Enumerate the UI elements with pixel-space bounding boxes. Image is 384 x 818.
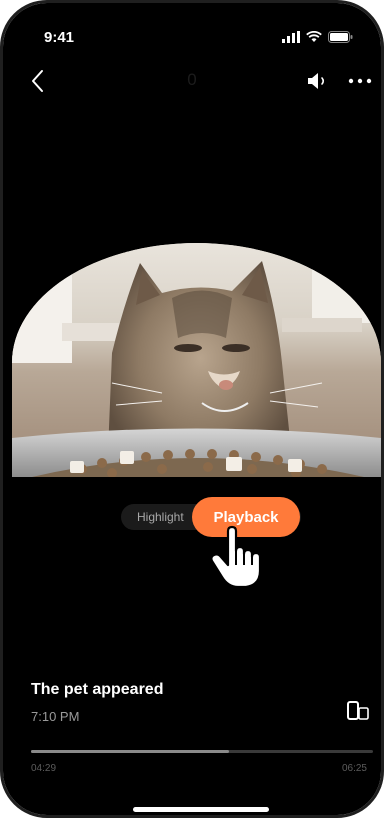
battery-icon (328, 31, 353, 43)
cat-eating-video-frame (12, 243, 381, 477)
hand-cursor-icon (210, 525, 262, 589)
status-icons (282, 31, 353, 43)
current-time: 04:29 (31, 763, 57, 774)
progress-bar[interactable] (31, 750, 373, 753)
status-time: 9:41 (44, 29, 75, 46)
more-icon[interactable] (347, 69, 373, 93)
rotate-screen-icon[interactable] (343, 699, 373, 723)
video-player[interactable] (12, 243, 381, 477)
home-indicator[interactable] (133, 807, 269, 812)
wifi-icon (306, 31, 322, 42)
speaker-icon[interactable] (305, 69, 331, 93)
progress-fill (31, 750, 230, 753)
phone-screen: 9:41 0 Highlight Playback The pet appear… (3, 3, 381, 815)
event-title: The pet appeared (31, 681, 164, 698)
signal-icon (282, 31, 300, 43)
tab-highlight[interactable]: Highlight (137, 510, 184, 524)
end-time: 06:25 (341, 763, 367, 774)
event-time: 7:10 PM (31, 709, 80, 724)
